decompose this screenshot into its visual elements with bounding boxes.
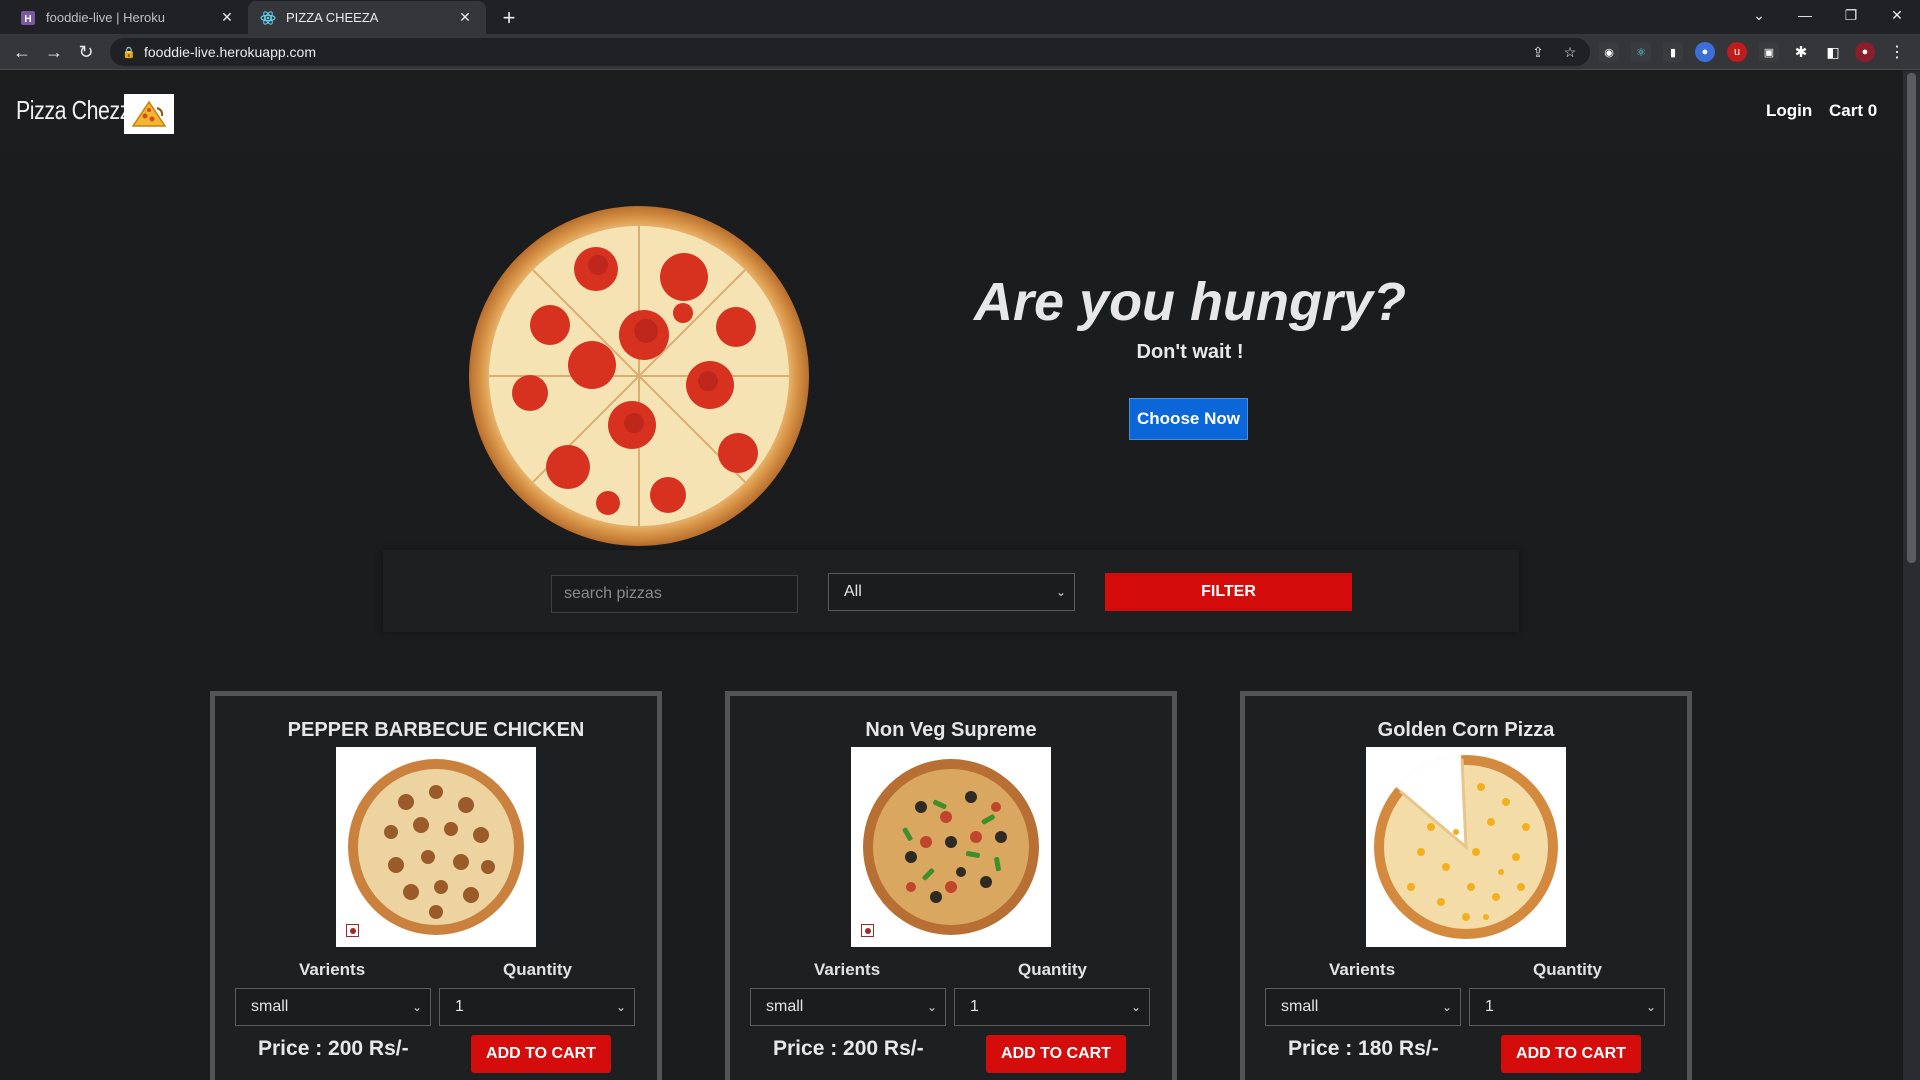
extension-react-icon[interactable]: ⚛ [1631, 42, 1651, 62]
hero-subtitle: Don't wait ! [1136, 341, 1244, 363]
heroku-icon: H [20, 10, 36, 26]
pizza-image [336, 747, 536, 947]
page: Pizza Chezza Login Cart 0 Are you hungry… [0, 71, 1903, 1080]
category-select-value: All [844, 583, 862, 600]
pizza-name: Golden Corn Pizza [1377, 719, 1555, 741]
lock-icon: 🔒 [122, 46, 136, 59]
search-input[interactable] [551, 575, 798, 613]
tab-search-icon[interactable]: ⌄ [1736, 0, 1782, 30]
close-icon[interactable]: ✕ [218, 9, 236, 27]
quantity-select[interactable]: 1 ⌄ [1469, 988, 1665, 1026]
variant-value: small [251, 998, 289, 1015]
site-navbar: Pizza Chezza Login Cart 0 [0, 71, 1903, 157]
pizza-price: Price : 180 Rs/- [1288, 1037, 1439, 1060]
hero-pizza-image [468, 205, 810, 547]
non-veg-icon [861, 924, 874, 937]
pizza-image [1366, 747, 1566, 947]
url-text: fooddie-live.herokuapp.com [144, 44, 316, 60]
filter-button[interactable]: FILTER [1105, 573, 1352, 611]
brand-name[interactable]: Pizza Chezza [16, 95, 142, 126]
chevron-down-icon: ⌄ [1055, 585, 1066, 599]
extension-shield-icon[interactable]: ● [1695, 42, 1715, 62]
filter-bar: All ⌄ FILTER [383, 550, 1519, 632]
variant-value: small [766, 998, 804, 1015]
pizza-card: Non Veg Supreme Varients Quantity small … [725, 691, 1177, 1080]
forward-icon[interactable]: → [42, 40, 66, 64]
variants-label: Varients [299, 960, 366, 979]
variant-value: small [1281, 998, 1319, 1015]
category-select[interactable]: All ⌄ [828, 573, 1075, 611]
add-to-cart-button[interactable]: ADD TO CART [1501, 1035, 1641, 1073]
variants-label: Varients [1329, 960, 1396, 979]
star-icon[interactable]: ☆ [1560, 42, 1580, 62]
minimize-icon[interactable]: — [1782, 0, 1828, 30]
quantity-label: Quantity [1533, 960, 1602, 979]
pizza-price: Price : 200 Rs/- [773, 1037, 924, 1060]
add-to-cart-button[interactable]: ADD TO CART [986, 1035, 1126, 1073]
browser-tab-pizza[interactable]: PIZZA CHEEZA ✕ [248, 1, 486, 34]
chevron-down-icon: ⌄ [926, 1000, 937, 1014]
tab-title: fooddie-live | Heroku [46, 10, 165, 25]
window-close-icon[interactable]: ✕ [1874, 0, 1920, 30]
extension-ublock-icon[interactable]: u [1727, 42, 1747, 62]
quantity-value: 1 [455, 998, 464, 1015]
choose-now-button[interactable]: Choose Now [1129, 398, 1248, 440]
avatar[interactable]: ● [1855, 42, 1875, 62]
cart-link[interactable]: Cart 0 [1829, 101, 1877, 121]
side-panel-icon[interactable]: ◧ [1823, 42, 1843, 62]
pizza-card: PEPPER BARBECUE CHICKEN Varients Quantit… [210, 691, 662, 1080]
browser-tab-heroku[interactable]: H fooddie-live | Heroku ✕ [8, 1, 248, 34]
quantity-select[interactable]: 1 ⌄ [439, 988, 635, 1026]
back-icon[interactable]: ← [10, 40, 34, 64]
quantity-value: 1 [970, 998, 979, 1015]
chevron-down-icon: ⌄ [1645, 1000, 1656, 1014]
login-link[interactable]: Login [1766, 101, 1812, 121]
extension-screen-icon[interactable]: ▣ [1759, 42, 1779, 62]
pizza-name: Non Veg Supreme [865, 719, 1037, 741]
brand-logo-icon[interactable] [124, 94, 174, 134]
browser-toolbar: ← → ↻ 🔒 fooddie-live.herokuapp.com ⇪ ☆ ◉… [0, 34, 1920, 70]
quantity-label: Quantity [1018, 960, 1087, 979]
scrollbar-thumb[interactable] [1907, 73, 1916, 563]
chevron-down-icon: ⌄ [1130, 1000, 1141, 1014]
menu-icon[interactable]: ⋮ [1887, 42, 1907, 62]
extension-incognito-icon[interactable]: ◉ [1599, 42, 1619, 62]
share-icon[interactable]: ⇪ [1528, 42, 1548, 62]
pizza-name: PEPPER BARBECUE CHICKEN [287, 719, 585, 741]
variant-select[interactable]: small ⌄ [1265, 988, 1461, 1026]
add-to-cart-button[interactable]: ADD TO CART [471, 1035, 611, 1073]
svg-text:H: H [24, 14, 31, 25]
pizza-image [851, 747, 1051, 947]
puzzle-icon[interactable]: ✱ [1791, 42, 1811, 62]
close-icon[interactable]: ✕ [456, 9, 474, 27]
page-scrollbar[interactable] [1903, 71, 1920, 1080]
non-veg-icon [346, 924, 359, 937]
new-tab-icon[interactable]: + [497, 5, 521, 30]
quantity-select[interactable]: 1 ⌄ [954, 988, 1150, 1026]
variant-select[interactable]: small ⌄ [750, 988, 946, 1026]
react-icon [260, 10, 276, 26]
tab-title: PIZZA CHEEZA [286, 10, 379, 25]
quantity-value: 1 [1485, 998, 1494, 1015]
restore-icon[interactable]: ❐ [1828, 0, 1874, 30]
chevron-down-icon: ⌄ [615, 1000, 626, 1014]
pizza-card: Golden Corn Pizza Varients Quantity smal… [1240, 691, 1692, 1080]
address-bar[interactable]: 🔒 fooddie-live.herokuapp.com ⇪ ☆ [110, 38, 1590, 66]
pizza-price: Price : 200 Rs/- [258, 1037, 409, 1060]
variant-select[interactable]: small ⌄ [235, 988, 431, 1026]
chevron-down-icon: ⌄ [411, 1000, 422, 1014]
extension-icon[interactable]: ▮ [1663, 42, 1683, 62]
chevron-down-icon: ⌄ [1441, 1000, 1452, 1014]
hero-title: Are you hungry? [973, 272, 1407, 332]
variants-label: Varients [814, 960, 881, 979]
browser-tab-bar: H fooddie-live | Heroku ✕ PIZZA CHEEZA ✕… [0, 0, 1920, 34]
quantity-label: Quantity [503, 960, 572, 979]
reload-icon[interactable]: ↻ [74, 40, 98, 64]
